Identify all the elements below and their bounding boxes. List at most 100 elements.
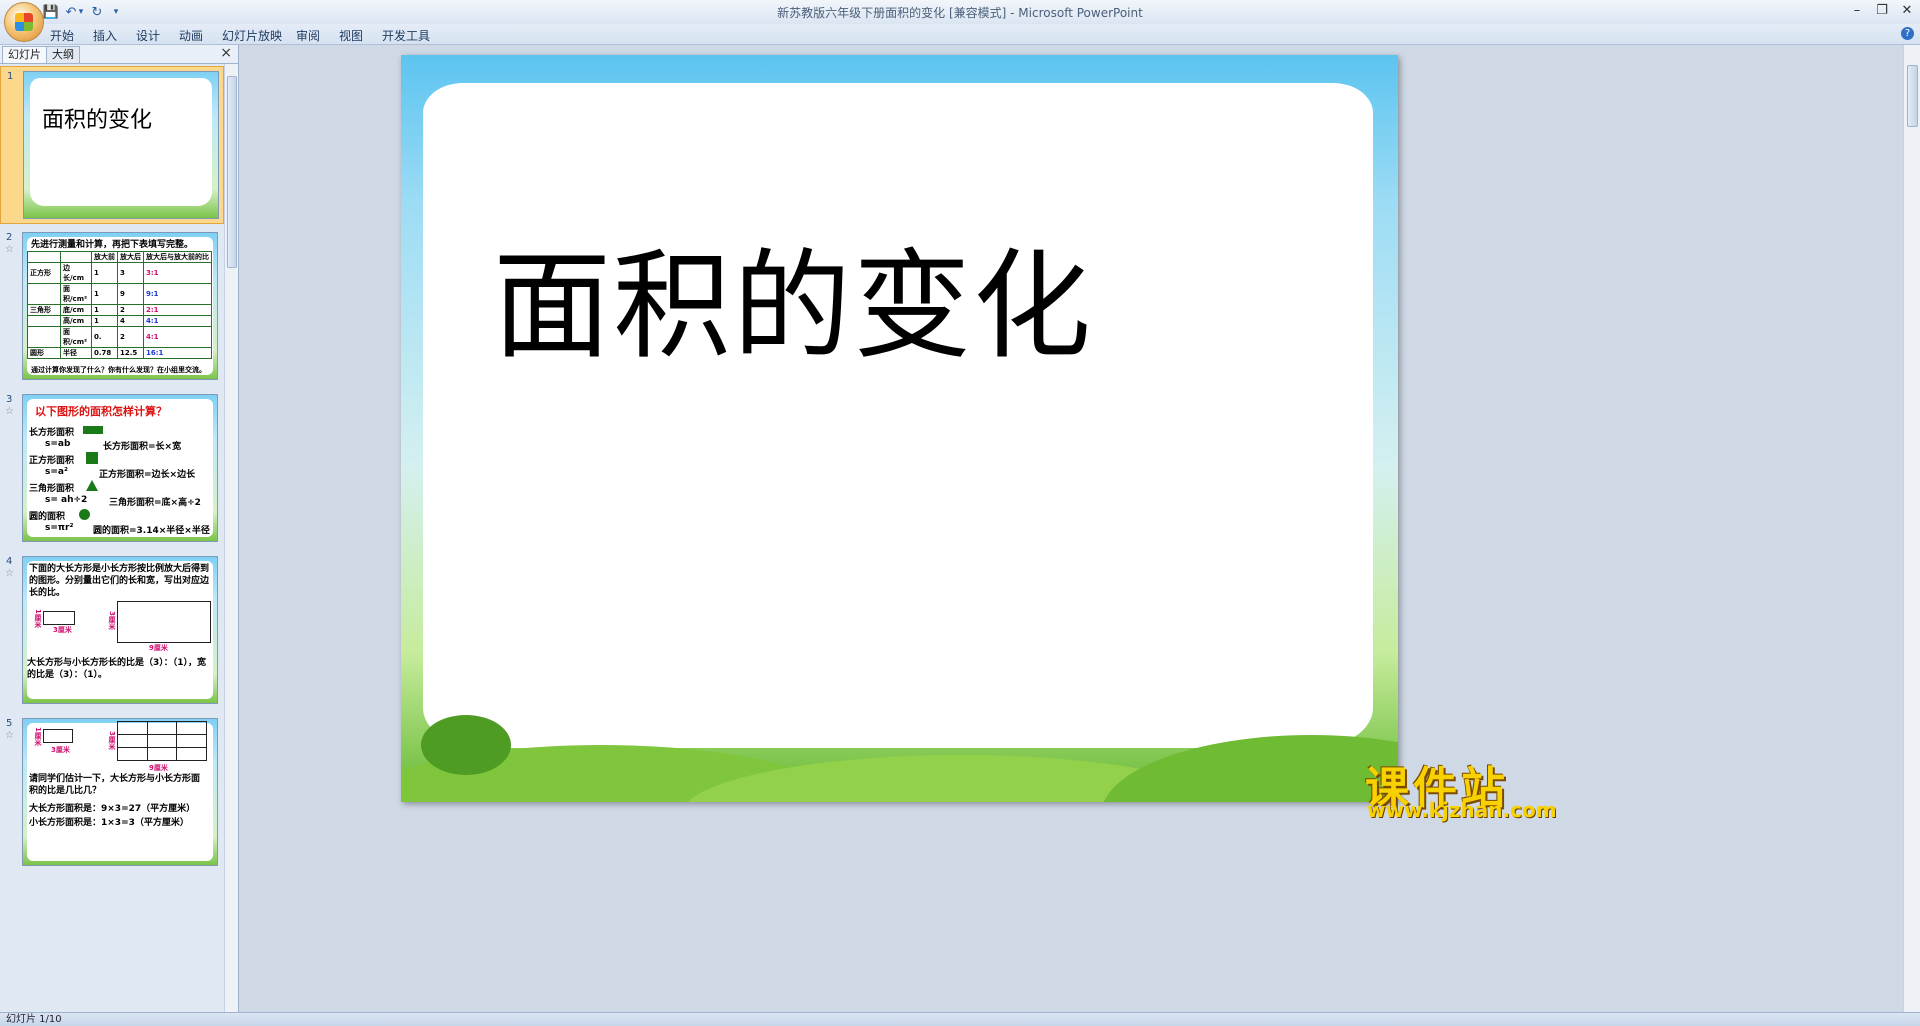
- current-slide[interactable]: 面积的变化: [401, 55, 1398, 802]
- table-cell: 面积/cm²: [60, 283, 92, 305]
- table-cell: [27, 315, 61, 327]
- window-title: 新苏教版六年级下册面积的变化 [兼容模式] - Microsoft PowerP…: [777, 6, 1143, 20]
- circle-shape: [79, 509, 90, 520]
- s4-text: 下面的大长方形是小长方形按比例放大后得到的图形。分别量出它们的长和宽，写出对应边…: [29, 564, 210, 598]
- label: 3厘米: [53, 626, 72, 634]
- square-shape: [86, 452, 98, 464]
- table-cell: 3:1: [143, 262, 212, 284]
- thumbnail-image: 以下图形的面积怎样计算？ 长方形面积 s=ab 长方形面积=长×宽 正方形面积 …: [22, 394, 218, 542]
- close-icon[interactable]: ✕: [1895, 2, 1919, 20]
- tab-review[interactable]: 审阅: [296, 27, 320, 44]
- label: 9厘米: [149, 764, 168, 772]
- s3-line: s=ab: [45, 439, 71, 449]
- tree-decoration: [421, 715, 511, 775]
- tab-slideshow[interactable]: 幻灯片放映: [222, 27, 282, 44]
- watermark-url: www.kjzhan.com: [1367, 798, 1557, 822]
- label: 3厘米: [108, 731, 116, 750]
- tab-view[interactable]: 视图: [339, 27, 363, 44]
- s3-line: 长方形面积: [29, 428, 75, 438]
- table-cell: [27, 326, 61, 348]
- small-rectangle: [43, 729, 73, 743]
- table-row: 三角形 底/cm 1 2 2:1: [27, 304, 212, 316]
- label: 9厘米: [149, 644, 168, 652]
- thumbnail-slide-4[interactable]: 4 ☆ 下面的大长方形是小长方形按比例放大后得到的图形。分别量出它们的长和宽，写…: [0, 552, 224, 712]
- table-cell: 边长/cm: [60, 262, 92, 284]
- thumbnail-slide-2[interactable]: 2 ☆ 先进行测量和计算，再把下表填写完整。 放大前 放大后 放大后与放大前的比…: [0, 228, 224, 388]
- tab-developer[interactable]: 开发工具: [382, 27, 430, 44]
- s3-line: s= ah÷2: [45, 495, 88, 505]
- small-rectangle: [43, 611, 75, 625]
- thumbnails-scrollbar[interactable]: [224, 64, 238, 1012]
- table-row: 面积/cm² 0. 2 4:1: [27, 326, 212, 348]
- tab-design[interactable]: 设计: [136, 27, 160, 44]
- rectangle-shape: [83, 426, 103, 434]
- thumbnail-slide-1[interactable]: 1 面积的变化: [0, 66, 224, 224]
- animation-star-icon: ☆: [5, 406, 14, 417]
- table-cell: 16:1: [143, 347, 212, 359]
- thumbnail-image: 3厘米 1厘米 9厘米 3厘米 请同学们估计一下，大长方形与小长方形面积的比是几…: [22, 718, 218, 866]
- scroll-thumb[interactable]: [227, 76, 237, 268]
- tab-outline[interactable]: 大纲: [46, 46, 80, 63]
- s5-answer-1: 大长方形面积是：9×3=27（平方厘米）: [29, 804, 196, 814]
- table-cell: 正方形: [27, 262, 61, 284]
- s3-line: 三角形面积=底×高÷2: [109, 498, 201, 508]
- animation-star-icon: ☆: [5, 244, 14, 255]
- slide-number: 1: [7, 71, 14, 82]
- tab-home[interactable]: 开始: [50, 27, 74, 44]
- s2-col-header: 放大前: [91, 251, 118, 263]
- table-cell: 0.: [91, 326, 118, 348]
- thumbnail-canvas: [30, 78, 212, 206]
- table-cell: 9: [117, 283, 144, 305]
- s2-table: 放大前 放大后 放大后与放大前的比 正方形 边长/cm 1 3 3:1 面积/c…: [27, 251, 212, 359]
- slide-title[interactable]: 面积的变化: [493, 210, 1093, 381]
- animation-star-icon: ☆: [5, 730, 14, 741]
- table-cell: 0.78: [91, 347, 118, 359]
- s3-line: 圆的面积=3.14×半径×半径: [93, 526, 210, 536]
- slide-number: 5: [6, 718, 13, 729]
- restore-icon[interactable]: ❐: [1870, 2, 1894, 20]
- table-row: 高/cm 1 4 4:1: [27, 315, 212, 327]
- table-cell: 1: [91, 304, 118, 316]
- thumbnail-slide-5[interactable]: 5 ☆ 3厘米 1厘米 9厘米 3厘米 请同学们估计一下，大长方形与小长方形面积…: [0, 714, 224, 866]
- label: 3厘米: [51, 746, 70, 754]
- table-cell: 3: [117, 262, 144, 284]
- office-button[interactable]: [4, 2, 44, 42]
- table-cell: 9:1: [143, 283, 212, 305]
- office-logo-icon: [15, 13, 33, 31]
- thumbnail-image: 先进行测量和计算，再把下表填写完整。 放大前 放大后 放大后与放大前的比 正方形…: [22, 232, 218, 380]
- minimize-icon[interactable]: –: [1845, 2, 1869, 20]
- triangle-shape: [86, 480, 98, 491]
- tab-animation[interactable]: 动画: [179, 27, 203, 44]
- tab-slides[interactable]: 幻灯片: [2, 46, 47, 63]
- thumbnail-title: 面积的变化: [42, 108, 153, 133]
- table-cell: 底/cm: [60, 304, 92, 316]
- s2-footer: 通过计算你发现了什么？你有什么发现？在小组里交流。: [31, 366, 206, 374]
- s2-col-header: 放大后与放大前的比: [143, 251, 212, 263]
- scroll-thumb[interactable]: [1907, 65, 1918, 127]
- help-icon[interactable]: ?: [1901, 27, 1914, 40]
- watermark-logo: 课件站 www.kjzhan.com: [1365, 752, 1557, 822]
- s2-heading: 先进行测量和计算，再把下表填写完整。: [31, 240, 194, 250]
- slide-number: 3: [6, 394, 13, 405]
- table-row: 面积/cm² 1 9 9:1: [27, 283, 212, 305]
- slide-number: 2: [6, 232, 13, 243]
- pane-tabs: 幻灯片 大纲 ×: [0, 45, 238, 64]
- s5-question: 请同学们估计一下，大长方形与小长方形面积的比是几比几？: [29, 774, 201, 796]
- s3-line: 正方形面积: [29, 456, 75, 466]
- s3-line: 正方形面积=边长×边长: [99, 470, 196, 480]
- slide-canvas: [423, 83, 1373, 748]
- label: 1厘米: [34, 727, 42, 746]
- table-row: 正方形 边长/cm 1 3 3:1: [27, 262, 212, 284]
- s4-answer: 大长方形与小长方形长的比是（3）：（1），宽的比是（3）：（1）。: [27, 658, 207, 680]
- label: 3厘米: [108, 611, 116, 630]
- thumbnail-image: 面积的变化: [23, 71, 219, 219]
- table-cell: 2:1: [143, 304, 212, 316]
- slide-scrollbar[interactable]: [1903, 45, 1920, 1012]
- tab-insert[interactable]: 插入: [93, 27, 117, 44]
- table-cell: 半径: [60, 347, 92, 359]
- table-cell: 2: [117, 326, 144, 348]
- table-cell: 高/cm: [60, 315, 92, 327]
- pane-close-icon[interactable]: ×: [220, 45, 232, 61]
- thumbnail-slide-3[interactable]: 3 ☆ 以下图形的面积怎样计算？ 长方形面积 s=ab 长方形面积=长×宽 正方…: [0, 390, 224, 550]
- table-cell: 12.5: [117, 347, 144, 359]
